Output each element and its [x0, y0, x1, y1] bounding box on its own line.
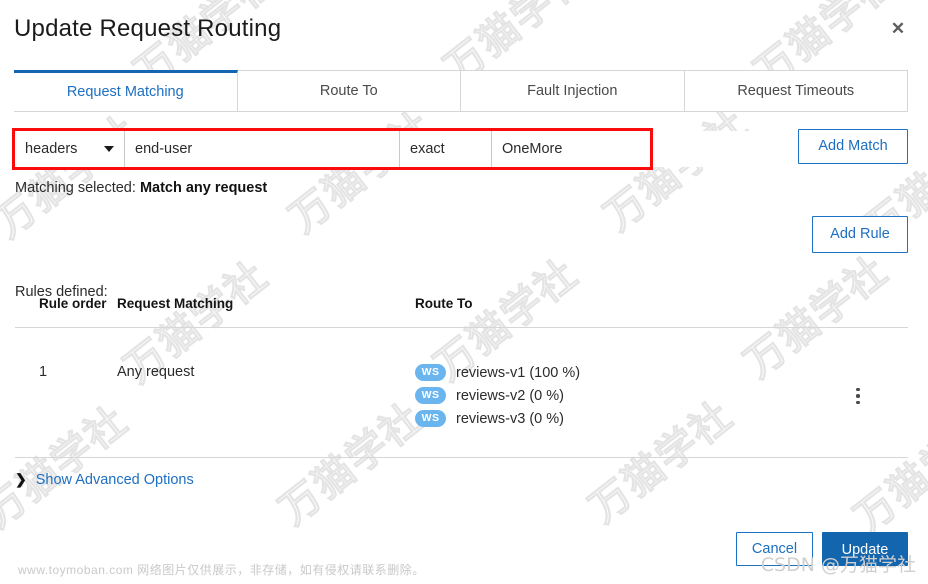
workload-badge-icon: WS [415, 364, 446, 381]
rules-table: Rule order Request Matching Route To 1 A… [15, 296, 908, 458]
route-list: WS reviews-v1 (100 %) WS reviews-v2 (0 %… [415, 364, 908, 427]
rules-table-header: Rule order Request Matching Route To [15, 296, 908, 328]
show-advanced-options-label: Show Advanced Options [35, 471, 194, 488]
matching-selected: Matching selected: Match any request [15, 180, 267, 196]
list-item: WS reviews-v3 (0 %) [415, 410, 908, 427]
site-disclaimer-note: www.toymoban.com 网络图片仅供展示，非存储，如有侵权请联系删除。 [18, 563, 425, 577]
dialog-title: Update Request Routing [14, 15, 282, 42]
table-row[interactable]: 1 Any request WS reviews-v1 (100 %) WS r… [15, 328, 908, 458]
match-fields: headers end-user exact OneMore [15, 131, 908, 167]
chevron-right-icon: ❯ [15, 471, 27, 487]
matching-selected-label: Matching selected: [15, 180, 136, 196]
tab-fault-injection[interactable]: Fault Injection [460, 70, 685, 111]
workload-badge-icon: WS [415, 387, 446, 404]
matching-selected-value: Match any request [139, 180, 268, 196]
match-field-type-select[interactable]: headers [15, 131, 125, 167]
match-value-input[interactable]: OneMore [492, 131, 626, 167]
route-label: reviews-v3 (0 %) [456, 410, 564, 427]
tab-route-to[interactable]: Route To [236, 70, 461, 111]
match-field-name-input[interactable]: end-user [125, 131, 400, 167]
add-match-button[interactable]: Add Match [798, 129, 908, 164]
add-rule-button[interactable]: Add Rule [812, 216, 908, 253]
route-label: reviews-v2 (0 %) [456, 387, 564, 404]
column-header-route-to: Route To [415, 296, 473, 311]
row-actions-kebab-icon[interactable] [850, 386, 866, 406]
match-operator-value: exact [410, 141, 445, 157]
chevron-down-icon [104, 146, 114, 152]
show-advanced-options-toggle[interactable]: ❯ Show Advanced Options [15, 471, 194, 488]
match-field-name-value: end-user [135, 141, 193, 157]
tab-request-timeouts[interactable]: Request Timeouts [683, 70, 908, 111]
column-header-request-matching: Request Matching [117, 296, 234, 311]
close-icon[interactable]: ✕ [886, 17, 910, 41]
csdn-watermark: CSDN @万猫学社 [760, 554, 916, 576]
match-field-type-value: headers [25, 141, 78, 157]
match-value-text: OneMore [502, 141, 563, 157]
tab-request-matching[interactable]: Request Matching [14, 70, 238, 111]
update-request-routing-dialog: 万猫学社 万猫学社 万猫学社 万猫学社 万猫学社 万猫学社 万猫学社 万猫学社 … [0, 0, 928, 584]
column-header-rule-order: Rule order [39, 296, 107, 311]
list-item: WS reviews-v1 (100 %) [415, 364, 908, 381]
match-operator-select[interactable]: exact [400, 131, 492, 167]
match-form-row: headers end-user exact OneMore Add Match [0, 125, 928, 180]
list-item: WS reviews-v2 (0 %) [415, 387, 908, 404]
cell-request-matching: Any request [117, 364, 195, 380]
cell-rule-order: 1 [39, 364, 48, 380]
route-label: reviews-v1 (100 %) [456, 364, 581, 381]
cell-route-to: WS reviews-v1 (100 %) WS reviews-v2 (0 %… [415, 364, 908, 427]
workload-badge-icon: WS [415, 410, 446, 427]
tab-bar: Request Matching Route To Fault Injectio… [14, 70, 908, 112]
